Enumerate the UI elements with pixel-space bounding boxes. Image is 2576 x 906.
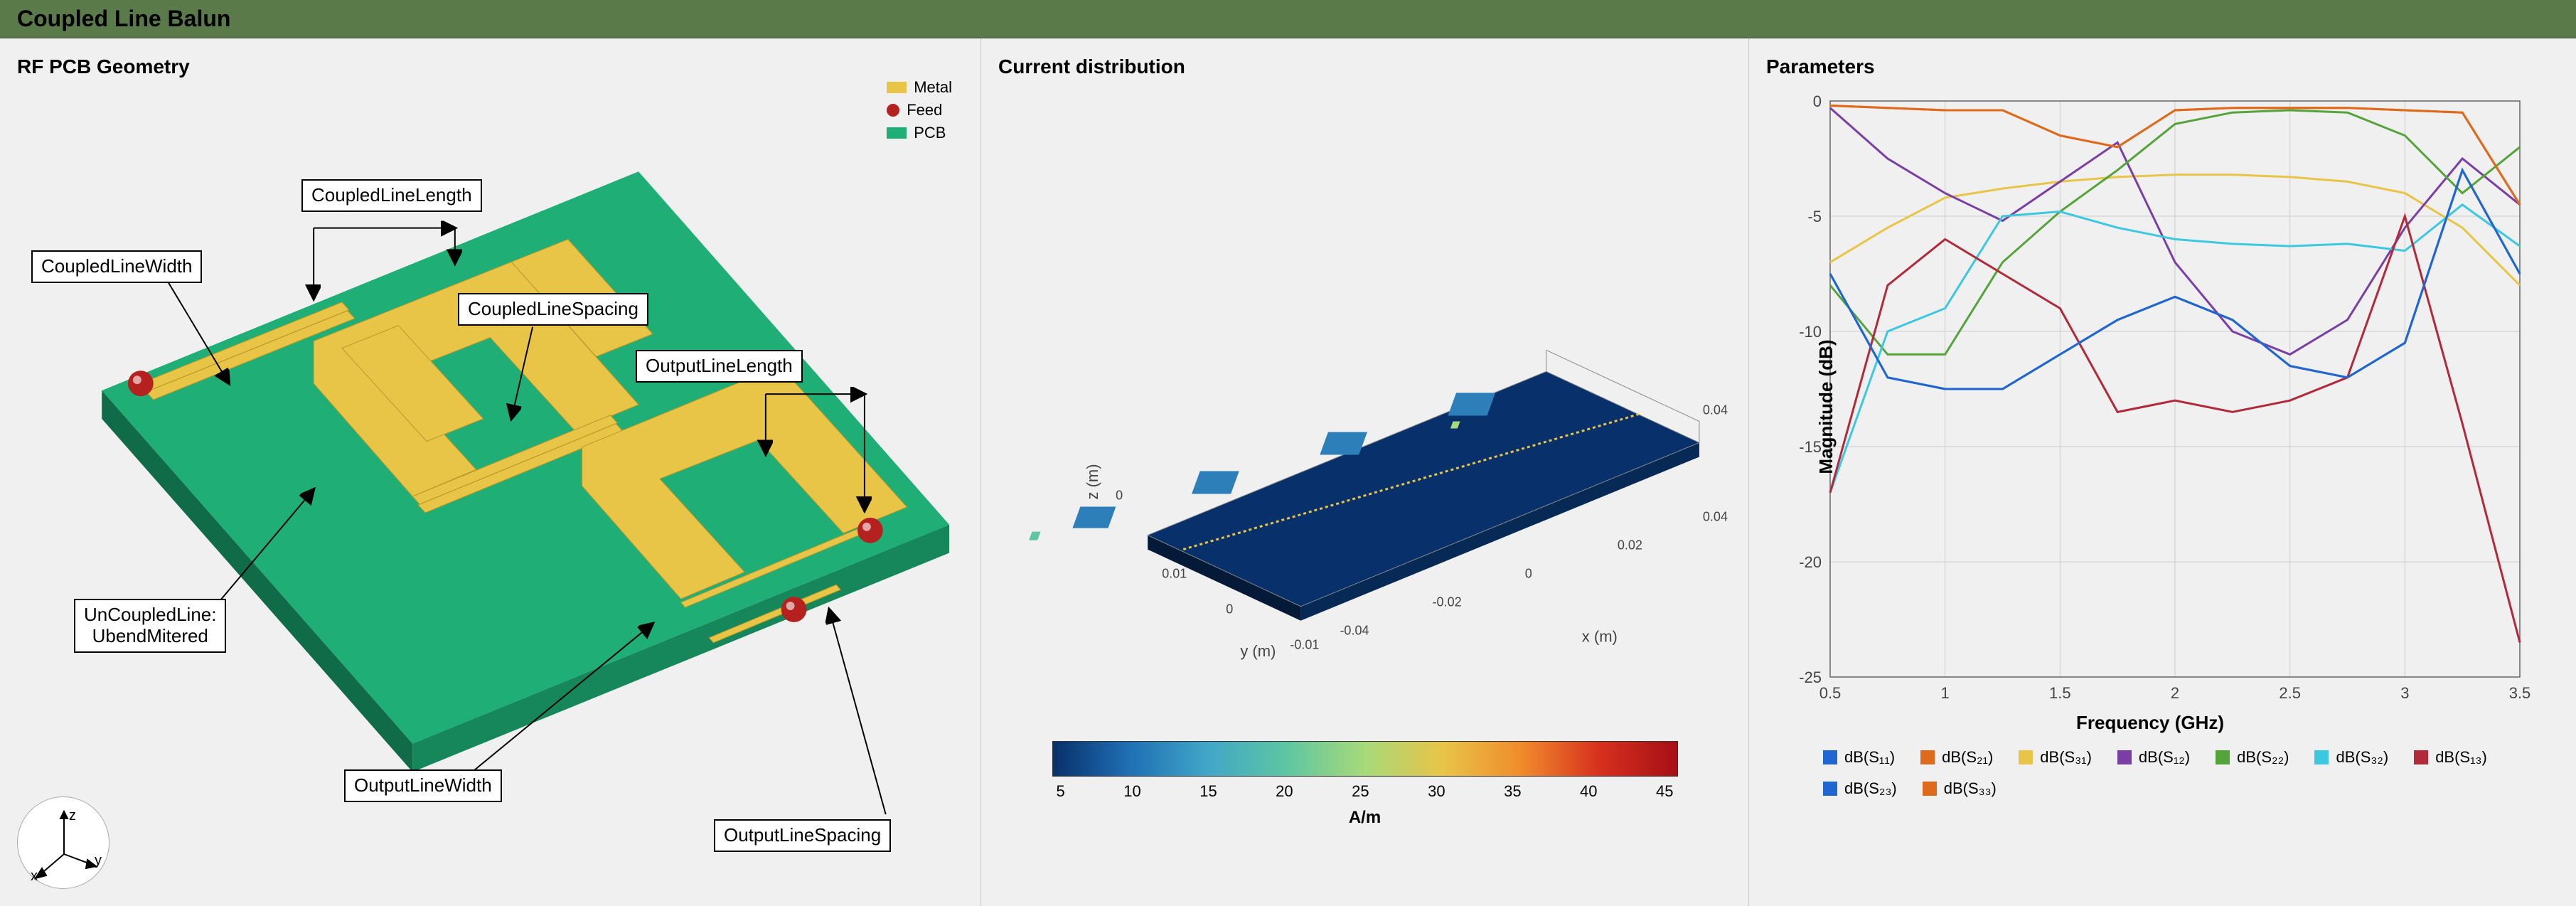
legend-label: dB(S₃₃) — [1944, 779, 1997, 798]
cbtick: 15 — [1199, 782, 1217, 801]
anno-uncoupled-line: UnCoupledLine: UbendMitered — [74, 599, 226, 653]
anno-coupled-line-spacing: CoupledLineSpacing — [458, 293, 648, 326]
legend-label: dB(S₃₁) — [2040, 748, 2092, 767]
legend-item: dB(S₃₃) — [1923, 779, 1997, 798]
xtick: 0.04 — [1703, 510, 1728, 524]
panel-current: Current distribution — [981, 38, 1749, 906]
cbtick: 10 — [1123, 782, 1140, 801]
svg-text:-25: -25 — [1799, 668, 1822, 686]
xtick: 0 — [1525, 567, 1532, 581]
geometry-diagram: CoupledLineWidth CoupledLineLength Coupl… — [17, 87, 963, 833]
axis-x-label: x — [31, 868, 38, 885]
svg-text:0: 0 — [1813, 92, 1822, 110]
svg-text:3.5: 3.5 — [2509, 684, 2531, 702]
legend-item: dB(S₁₁) — [1823, 748, 1895, 767]
chart-legend: dB(S₁₁) dB(S₂₁) dB(S₃₁) dB(S₁₂) dB(S₂₂) dB(S₃… — [1766, 748, 2559, 798]
svg-text:2.5: 2.5 — [2279, 684, 2301, 702]
legend-item: dB(S₂₂) — [2216, 748, 2289, 767]
cbtick: 40 — [1580, 782, 1597, 801]
legend-label: dB(S₂₁) — [1942, 748, 1993, 767]
current-distribution-plot: x (m) y (m) z (m) -0.04 -0.02 0 0.02 0.0… — [998, 87, 1731, 727]
svg-text:-5: -5 — [1807, 208, 1822, 225]
colorbar: 5 10 15 20 25 30 35 40 45 A/m — [1052, 741, 1678, 828]
xtick: 0.02 — [1618, 538, 1642, 553]
xlabel: x (m) — [1582, 628, 1618, 646]
legend-label: dB(S₁₂) — [2139, 748, 2190, 767]
cbtick: 30 — [1428, 782, 1445, 801]
legend-item: dB(S₁₂) — [2117, 748, 2190, 767]
chart-xlabel: Frequency (GHz) — [2076, 712, 2224, 734]
legend-item: dB(S₂₃) — [1823, 779, 1897, 798]
legend-item: dB(S₃₂) — [2314, 748, 2388, 767]
xtick: -0.04 — [1340, 624, 1369, 638]
cbtick: 20 — [1276, 782, 1293, 801]
zlabel: z (m) — [1084, 464, 1101, 499]
legend-item: dB(S₂₁) — [1920, 748, 1993, 767]
legend-label: dB(S₁₁) — [1844, 748, 1895, 767]
legend-label: dB(S₃₂) — [2336, 748, 2388, 767]
legend-item: dB(S₁₃) — [2414, 748, 2487, 767]
svg-text:3: 3 — [2400, 684, 2409, 702]
anno-coupled-line-length: CoupledLineLength — [301, 179, 482, 212]
panel-geometry: RF PCB Geometry Metal Feed PCB — [0, 38, 981, 906]
ztick0: 0 — [1116, 489, 1123, 503]
svg-text:1.5: 1.5 — [2049, 684, 2071, 702]
svg-text:0.5: 0.5 — [1819, 684, 1842, 702]
legend-label: dB(S₂₂) — [2237, 748, 2289, 767]
ytick: 0 — [1226, 602, 1233, 617]
anno-output-line-spacing: OutputLineSpacing — [714, 819, 891, 852]
colorbar-ticks: 5 10 15 20 25 30 35 40 45 — [1052, 782, 1678, 801]
cbtick: 35 — [1504, 782, 1521, 801]
legend-swatch-icon — [1823, 782, 1837, 796]
legend-swatch-icon — [2314, 750, 2329, 764]
svg-text:-10: -10 — [1799, 323, 1822, 341]
cbtick: 45 — [1656, 782, 1673, 801]
cbtick: 5 — [1057, 782, 1065, 801]
panel-parameters-title: Parameters — [1766, 55, 2559, 78]
cbtick: 25 — [1352, 782, 1369, 801]
anno-output-line-width: OutputLineWidth — [344, 769, 502, 802]
panel-parameters: Parameters 0.511.522.533.5-25-20-15-10-5… — [1749, 38, 2576, 906]
axis-orientation-icon: z y x — [17, 796, 109, 889]
colorbar-gradient-icon — [1052, 741, 1678, 777]
sparameters-chart: 0.511.522.533.5-25-20-15-10-50 Magnitude… — [1766, 87, 2534, 727]
xtick: -0.02 — [1433, 595, 1462, 609]
anno-output-line-length: OutputLineLength — [636, 350, 803, 383]
legend-swatch-icon — [1823, 750, 1837, 764]
legend-swatch-icon — [2414, 750, 2428, 764]
axis-z-label: z — [69, 808, 76, 824]
ztick: 0.04 — [1703, 403, 1728, 417]
svg-text:1: 1 — [1941, 684, 1950, 702]
svg-text:-20: -20 — [1799, 553, 1822, 571]
chart-ylabel: Magnitude (dB) — [1815, 339, 1837, 474]
legend-swatch-icon — [2216, 750, 2230, 764]
colorbar-unit: A/m — [1052, 808, 1678, 828]
axis-y-label: y — [95, 853, 102, 869]
ylabel: y (m) — [1240, 642, 1276, 660]
anno-coupled-line-width: CoupledLineWidth — [31, 250, 202, 283]
ytick: 0.01 — [1162, 567, 1187, 581]
legend-swatch-icon — [1920, 750, 1935, 764]
svg-text:2: 2 — [2171, 684, 2179, 702]
legend-label: dB(S₂₃) — [1844, 779, 1897, 798]
legend-label: dB(S₁₃) — [2435, 748, 2487, 767]
page-title: Coupled Line Balun — [0, 0, 2576, 38]
panel-current-title: Current distribution — [998, 55, 1731, 78]
panel-geometry-title: RF PCB Geometry — [17, 55, 963, 78]
legend-swatch-icon — [2019, 750, 2033, 764]
legend-item: dB(S₃₁) — [2019, 748, 2092, 767]
legend-swatch-icon — [1923, 782, 1937, 796]
legend-swatch-icon — [2117, 750, 2132, 764]
ytick: -0.01 — [1290, 638, 1319, 652]
